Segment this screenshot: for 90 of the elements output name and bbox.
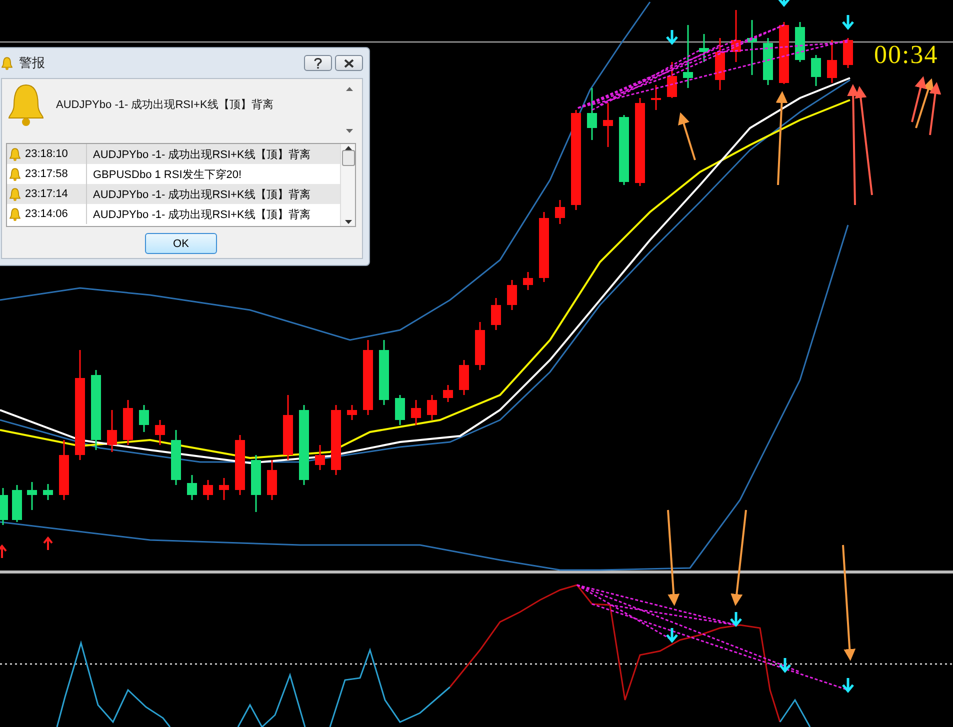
bell-icon (9, 148, 21, 160)
candlestick (203, 480, 213, 500)
candlestick (187, 475, 197, 500)
candlestick (827, 40, 837, 83)
alert-row[interactable]: 23:18:10 AUDJPYbo -1- 成功出现RSI+K线【顶】背离 (7, 144, 340, 164)
candlestick (763, 38, 773, 85)
alert-row[interactable]: 23:14:06 AUDJPYbo -1- 成功出现RSI+K线【顶】背离 (7, 204, 340, 224)
up-arrow (43, 536, 53, 551)
up-arrow-icon (346, 87, 352, 91)
down-arrow (730, 610, 742, 627)
candlestick (331, 405, 341, 475)
candlestick (411, 400, 421, 425)
up-arrow (0, 544, 7, 559)
alert-text: GBPUSDbo 1 RSI发生下穿20! (92, 168, 242, 182)
candlestick (715, 38, 725, 90)
candlestick (507, 280, 517, 310)
bell-icon (1, 56, 13, 70)
candlestick (459, 360, 469, 395)
candlestick (747, 20, 757, 75)
close-icon (344, 58, 354, 68)
candlestick (699, 34, 709, 62)
down-arrow (842, 676, 854, 693)
candlestick (219, 478, 229, 500)
arrow (911, 76, 926, 122)
alert-time: 23:17:58 (25, 168, 68, 180)
alert-time: 23:18:10 (25, 148, 68, 160)
candlestick (171, 430, 181, 485)
candlestick (491, 298, 501, 330)
alert-text: AUDJPYbo -1- 成功出现RSI+K线【顶】背离 (92, 148, 310, 162)
candlestick (555, 200, 565, 224)
candlestick (587, 88, 597, 140)
candlestick (731, 10, 741, 62)
candlestick (283, 395, 293, 460)
down-arrow (842, 14, 854, 30)
candlestick (523, 272, 533, 290)
candlestick (155, 420, 165, 445)
candlestick (267, 460, 277, 500)
alert-time: 23:14:06 (25, 208, 68, 220)
candlestick (619, 115, 629, 185)
candlestick (667, 62, 677, 98)
candlestick (651, 85, 661, 110)
candlestick (603, 103, 613, 147)
candlestick (779, 22, 789, 84)
candlestick (811, 55, 821, 86)
candlestick (139, 405, 149, 432)
alert-text: AUDJPYbo -1- 成功出现RSI+K线【顶】背离 (92, 208, 310, 222)
alert-message: AUDJPYbo -1- 成功出现RSI+K线【顶】背离 (56, 98, 274, 112)
alert-time: 23:17:14 (25, 188, 68, 200)
candlestick (0, 488, 8, 525)
up-arrow-icon (344, 146, 352, 150)
candlestick (683, 25, 693, 88)
candlestick (427, 395, 437, 420)
candlestick (539, 212, 549, 282)
down-arrow-icon (346, 129, 352, 133)
candlestick (475, 322, 485, 370)
down-arrow (666, 28, 678, 45)
candlestick (251, 455, 261, 512)
candlestick (235, 435, 245, 495)
alert-text: AUDJPYbo -1- 成功出现RSI+K线【顶】背离 (92, 188, 310, 202)
candlestick (843, 38, 853, 68)
candlestick (315, 445, 325, 470)
bell-icon (9, 188, 21, 200)
candlestick (59, 440, 69, 500)
down-arrow (778, 656, 792, 673)
down-arrow-icon (344, 220, 352, 224)
bell-icon (9, 208, 21, 220)
candlestick (43, 484, 53, 500)
scrollbar[interactable] (340, 144, 355, 226)
window-title: 警报 (19, 54, 45, 72)
candlestick (107, 410, 117, 452)
candlestick (12, 485, 22, 522)
bell-icon (6, 83, 46, 127)
candlestick (395, 395, 405, 425)
candlestick (795, 22, 805, 62)
ok-button[interactable]: OK (145, 233, 217, 254)
help-button[interactable] (304, 55, 332, 71)
scroll-thumb[interactable] (342, 150, 354, 166)
candlestick (379, 340, 389, 405)
candlestick (123, 400, 133, 445)
candlestick (443, 385, 453, 402)
help-icon (314, 58, 322, 68)
candlestick (27, 482, 37, 510)
down-arrow (666, 626, 678, 643)
close-button[interactable] (335, 55, 363, 71)
bell-icon (9, 168, 21, 180)
candlestick (347, 405, 357, 420)
countdown-timer: 00:34 (874, 40, 938, 70)
down-arrow (778, 0, 790, 7)
alert-row[interactable]: 23:17:14 AUDJPYbo -1- 成功出现RSI+K线【顶】背离 (7, 184, 340, 204)
arrow (678, 112, 696, 160)
